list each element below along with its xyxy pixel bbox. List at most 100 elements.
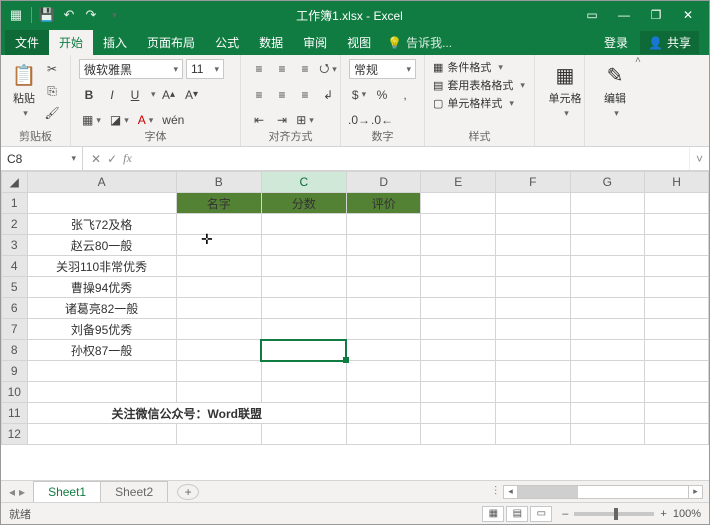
format-painter-button[interactable]: 🖌 [42, 103, 62, 123]
row-header[interactable]: 5 [2, 277, 28, 298]
phonetic-button[interactable]: wén [159, 110, 187, 130]
horizontal-scrollbar[interactable]: ◂ ▸ [503, 485, 703, 499]
cut-button[interactable]: ✂ [42, 59, 62, 79]
zoom-out-button[interactable]: – [562, 508, 568, 520]
tab-review[interactable]: 审阅 [293, 30, 337, 55]
sheet-nav-next[interactable]: ▸ [19, 485, 25, 499]
cell[interactable]: 分数 [261, 193, 346, 214]
font-name-select[interactable]: 微软雅黑▾ [79, 59, 183, 79]
close-button[interactable]: ✕ [673, 5, 703, 25]
login-link[interactable]: 登录 [598, 30, 634, 55]
italic-button[interactable]: I [102, 85, 122, 105]
underline-button[interactable]: U [125, 85, 145, 105]
row-header[interactable]: 8 [2, 340, 28, 361]
ribbon-options-button[interactable]: ▭ [577, 5, 607, 25]
scroll-thumb[interactable] [518, 486, 578, 498]
increase-decimal-button[interactable]: .0→ [349, 110, 369, 130]
col-header-C[interactable]: C [261, 172, 346, 193]
normal-view-button[interactable]: ▦ [482, 506, 504, 522]
new-sheet-button[interactable]: + [177, 484, 199, 500]
row-header[interactable]: 1 [2, 193, 28, 214]
zoom-slider[interactable] [574, 512, 654, 516]
cell[interactable]: 评价 [346, 193, 421, 214]
scroll-right-button[interactable]: ▸ [688, 486, 702, 498]
row-header[interactable]: 11 [2, 403, 28, 424]
cell[interactable]: 孙权87一般 [27, 340, 176, 361]
cell[interactable]: 关羽110非常优秀 [27, 256, 176, 277]
tab-home[interactable]: 开始 [49, 30, 93, 55]
cell-styles-button[interactable]: ▢单元格样式▾ [433, 95, 526, 111]
row-header[interactable]: 4 [2, 256, 28, 277]
redo-button[interactable]: ↷ [82, 6, 100, 24]
col-header-E[interactable]: E [421, 172, 496, 193]
editing-button[interactable]: ✎编辑▾ [593, 59, 637, 123]
align-bottom-button[interactable]: ≡ [295, 59, 315, 79]
cell[interactable]: 诸葛亮82一般 [27, 298, 176, 319]
col-header-G[interactable]: G [570, 172, 645, 193]
currency-button[interactable]: $▾ [349, 85, 369, 105]
tell-me[interactable]: 💡告诉我... [381, 30, 458, 55]
copy-button[interactable]: ⎘ [42, 81, 62, 101]
col-header-A[interactable]: A [27, 172, 176, 193]
col-header-B[interactable]: B [176, 172, 261, 193]
tab-layout[interactable]: 页面布局 [137, 30, 205, 55]
tab-file[interactable]: 文件 [5, 30, 49, 55]
increase-indent-button[interactable]: ⇥ [272, 110, 292, 130]
cell[interactable]: 名字 [176, 193, 261, 214]
bold-button[interactable]: B [79, 85, 99, 105]
decrease-font-button[interactable]: A▾ [182, 85, 202, 105]
number-format-select[interactable]: 常规▾ [349, 59, 416, 79]
borders-button[interactable]: ▦▾ [79, 110, 104, 130]
select-all-button[interactable]: ◢ [2, 172, 28, 193]
col-header-D[interactable]: D [346, 172, 421, 193]
sheet-tab-active[interactable]: Sheet1 [33, 481, 101, 502]
cell[interactable]: 刘备95优秀 [27, 319, 176, 340]
row-header[interactable]: 12 [2, 424, 28, 445]
cell[interactable]: 曹操94优秀 [27, 277, 176, 298]
row-header[interactable]: 3 [2, 235, 28, 256]
share-button[interactable]: 👤共享 [640, 31, 699, 54]
selected-cell[interactable] [261, 340, 346, 361]
decrease-indent-button[interactable]: ⇤ [249, 110, 269, 130]
format-as-table-button[interactable]: ▤套用表格格式▾ [433, 77, 526, 93]
scroll-left-button[interactable]: ◂ [504, 486, 518, 498]
row-header[interactable]: 10 [2, 382, 28, 403]
comma-button[interactable]: , [395, 85, 415, 105]
page-break-view-button[interactable]: ▭ [530, 506, 552, 522]
paste-button[interactable]: 📋 粘贴 ▾ [9, 59, 39, 123]
touch-mode-button[interactable]: ▾ [104, 6, 122, 24]
wrap-text-button[interactable]: ↲ [318, 85, 338, 105]
row-header[interactable]: 2 [2, 214, 28, 235]
align-left-button[interactable]: ≡ [249, 85, 269, 105]
tab-view[interactable]: 视图 [337, 30, 381, 55]
zoom-in-button[interactable]: + [660, 508, 666, 520]
font-size-select[interactable]: 11▾ [186, 59, 224, 79]
tab-insert[interactable]: 插入 [93, 30, 137, 55]
restore-button[interactable]: ❐ [641, 5, 671, 25]
row-header[interactable]: 6 [2, 298, 28, 319]
cell[interactable]: 张飞72及格 [27, 214, 176, 235]
worksheet-grid[interactable]: ◢ A B C D E F G H 1 名字分数评价 2张飞72及格 3赵云80一… [1, 171, 709, 480]
minimize-button[interactable]: — [609, 5, 639, 25]
sheet-nav-prev[interactable]: ◂ [9, 485, 15, 499]
row-header[interactable]: 9 [2, 361, 28, 382]
col-header-H[interactable]: H [645, 172, 709, 193]
col-header-F[interactable]: F [496, 172, 571, 193]
save-button[interactable]: 💾 [38, 6, 56, 24]
align-right-button[interactable]: ≡ [295, 85, 315, 105]
cell[interactable]: 赵云80一般 [27, 235, 176, 256]
align-center-button[interactable]: ≡ [272, 85, 292, 105]
cells-button[interactable]: ▦单元格▾ [543, 59, 587, 123]
fx-icon[interactable]: fx [123, 151, 132, 166]
increase-font-button[interactable]: A▴ [159, 85, 179, 105]
cell[interactable]: 关注微信公众号：Word联盟 [27, 403, 346, 424]
sheet-tab[interactable]: Sheet2 [100, 481, 168, 502]
merge-button[interactable]: ⊞▾ [295, 110, 315, 130]
percent-button[interactable]: % [372, 85, 392, 105]
fill-color-button[interactable]: ◪▾ [107, 110, 132, 130]
font-color-button[interactable]: A▾ [135, 110, 157, 130]
cancel-formula-button[interactable]: ✕ [91, 152, 101, 166]
name-box[interactable]: C8▾ [1, 147, 83, 170]
tab-formulas[interactable]: 公式 [205, 30, 249, 55]
enter-formula-button[interactable]: ✓ [107, 152, 117, 166]
